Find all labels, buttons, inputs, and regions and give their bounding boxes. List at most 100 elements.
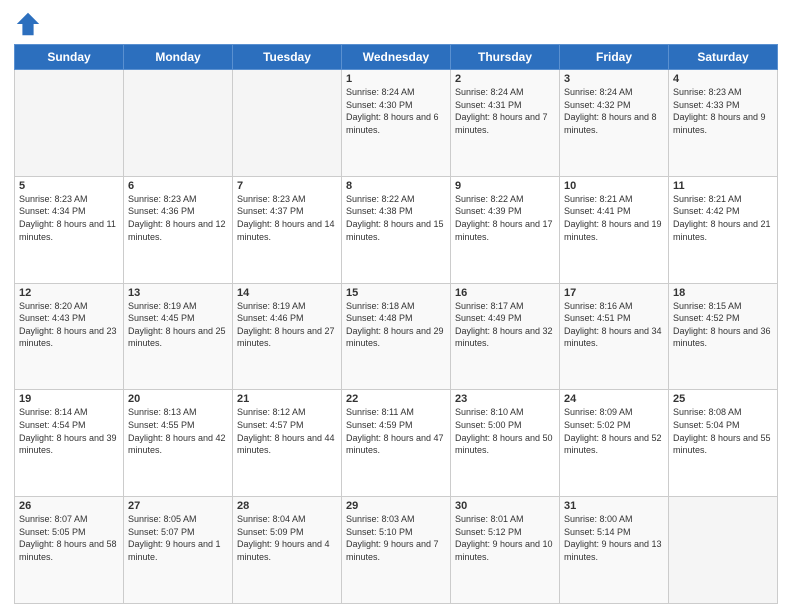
day-cell-4: 4Sunrise: 8:23 AMSunset: 4:33 PMDaylight… <box>669 70 778 177</box>
day-info: Sunrise: 8:23 AMSunset: 4:37 PMDaylight:… <box>237 193 337 243</box>
day-info: Sunrise: 8:23 AMSunset: 4:34 PMDaylight:… <box>19 193 119 243</box>
day-info: Sunrise: 8:22 AMSunset: 4:39 PMDaylight:… <box>455 193 555 243</box>
day-number: 27 <box>128 500 228 512</box>
day-number: 12 <box>19 287 119 299</box>
day-info: Sunrise: 8:24 AMSunset: 4:30 PMDaylight:… <box>346 86 446 136</box>
calendar-body: 1Sunrise: 8:24 AMSunset: 4:30 PMDaylight… <box>15 70 778 604</box>
day-info: Sunrise: 8:00 AMSunset: 5:14 PMDaylight:… <box>564 513 664 563</box>
day-info: Sunrise: 8:01 AMSunset: 5:12 PMDaylight:… <box>455 513 555 563</box>
day-cell-5: 5Sunrise: 8:23 AMSunset: 4:34 PMDaylight… <box>15 176 124 283</box>
day-number: 29 <box>346 500 446 512</box>
day-info: Sunrise: 8:10 AMSunset: 5:00 PMDaylight:… <box>455 406 555 456</box>
day-info: Sunrise: 8:16 AMSunset: 4:51 PMDaylight:… <box>564 300 664 350</box>
week-row-3: 12Sunrise: 8:20 AMSunset: 4:43 PMDayligh… <box>15 283 778 390</box>
empty-cell <box>124 70 233 177</box>
day-cell-18: 18Sunrise: 8:15 AMSunset: 4:52 PMDayligh… <box>669 283 778 390</box>
day-cell-20: 20Sunrise: 8:13 AMSunset: 4:55 PMDayligh… <box>124 390 233 497</box>
day-info: Sunrise: 8:12 AMSunset: 4:57 PMDaylight:… <box>237 406 337 456</box>
weekday-header-thursday: Thursday <box>451 45 560 70</box>
day-cell-6: 6Sunrise: 8:23 AMSunset: 4:36 PMDaylight… <box>124 176 233 283</box>
day-number: 15 <box>346 287 446 299</box>
day-number: 30 <box>455 500 555 512</box>
logo <box>14 10 45 38</box>
day-info: Sunrise: 8:24 AMSunset: 4:32 PMDaylight:… <box>564 86 664 136</box>
day-cell-29: 29Sunrise: 8:03 AMSunset: 5:10 PMDayligh… <box>342 497 451 604</box>
day-info: Sunrise: 8:11 AMSunset: 4:59 PMDaylight:… <box>346 406 446 456</box>
day-info: Sunrise: 8:22 AMSunset: 4:38 PMDaylight:… <box>346 193 446 243</box>
day-number: 1 <box>346 73 446 85</box>
main-container: SundayMondayTuesdayWednesdayThursdayFrid… <box>0 0 792 612</box>
day-cell-2: 2Sunrise: 8:24 AMSunset: 4:31 PMDaylight… <box>451 70 560 177</box>
weekday-header-friday: Friday <box>560 45 669 70</box>
week-row-5: 26Sunrise: 8:07 AMSunset: 5:05 PMDayligh… <box>15 497 778 604</box>
day-info: Sunrise: 8:21 AMSunset: 4:41 PMDaylight:… <box>564 193 664 243</box>
day-info: Sunrise: 8:24 AMSunset: 4:31 PMDaylight:… <box>455 86 555 136</box>
day-number: 16 <box>455 287 555 299</box>
day-number: 23 <box>455 393 555 405</box>
day-cell-28: 28Sunrise: 8:04 AMSunset: 5:09 PMDayligh… <box>233 497 342 604</box>
weekday-header-sunday: Sunday <box>15 45 124 70</box>
day-info: Sunrise: 8:20 AMSunset: 4:43 PMDaylight:… <box>19 300 119 350</box>
day-number: 20 <box>128 393 228 405</box>
day-info: Sunrise: 8:21 AMSunset: 4:42 PMDaylight:… <box>673 193 773 243</box>
week-row-2: 5Sunrise: 8:23 AMSunset: 4:34 PMDaylight… <box>15 176 778 283</box>
day-cell-17: 17Sunrise: 8:16 AMSunset: 4:51 PMDayligh… <box>560 283 669 390</box>
week-row-4: 19Sunrise: 8:14 AMSunset: 4:54 PMDayligh… <box>15 390 778 497</box>
day-cell-15: 15Sunrise: 8:18 AMSunset: 4:48 PMDayligh… <box>342 283 451 390</box>
weekday-header-tuesday: Tuesday <box>233 45 342 70</box>
empty-cell <box>15 70 124 177</box>
logo-icon <box>14 10 42 38</box>
day-cell-9: 9Sunrise: 8:22 AMSunset: 4:39 PMDaylight… <box>451 176 560 283</box>
day-info: Sunrise: 8:07 AMSunset: 5:05 PMDaylight:… <box>19 513 119 563</box>
day-number: 19 <box>19 393 119 405</box>
day-number: 8 <box>346 180 446 192</box>
empty-cell <box>669 497 778 604</box>
day-number: 9 <box>455 180 555 192</box>
day-cell-23: 23Sunrise: 8:10 AMSunset: 5:00 PMDayligh… <box>451 390 560 497</box>
day-cell-10: 10Sunrise: 8:21 AMSunset: 4:41 PMDayligh… <box>560 176 669 283</box>
day-info: Sunrise: 8:08 AMSunset: 5:04 PMDaylight:… <box>673 406 773 456</box>
day-info: Sunrise: 8:18 AMSunset: 4:48 PMDaylight:… <box>346 300 446 350</box>
day-info: Sunrise: 8:09 AMSunset: 5:02 PMDaylight:… <box>564 406 664 456</box>
day-number: 22 <box>346 393 446 405</box>
day-number: 21 <box>237 393 337 405</box>
day-number: 11 <box>673 180 773 192</box>
day-cell-8: 8Sunrise: 8:22 AMSunset: 4:38 PMDaylight… <box>342 176 451 283</box>
day-cell-21: 21Sunrise: 8:12 AMSunset: 4:57 PMDayligh… <box>233 390 342 497</box>
day-number: 5 <box>19 180 119 192</box>
day-number: 25 <box>673 393 773 405</box>
weekday-header-saturday: Saturday <box>669 45 778 70</box>
calendar-table: SundayMondayTuesdayWednesdayThursdayFrid… <box>14 44 778 604</box>
day-info: Sunrise: 8:15 AMSunset: 4:52 PMDaylight:… <box>673 300 773 350</box>
day-number: 7 <box>237 180 337 192</box>
day-info: Sunrise: 8:03 AMSunset: 5:10 PMDaylight:… <box>346 513 446 563</box>
day-number: 18 <box>673 287 773 299</box>
day-cell-13: 13Sunrise: 8:19 AMSunset: 4:45 PMDayligh… <box>124 283 233 390</box>
day-info: Sunrise: 8:14 AMSunset: 4:54 PMDaylight:… <box>19 406 119 456</box>
day-cell-11: 11Sunrise: 8:21 AMSunset: 4:42 PMDayligh… <box>669 176 778 283</box>
day-number: 3 <box>564 73 664 85</box>
day-cell-24: 24Sunrise: 8:09 AMSunset: 5:02 PMDayligh… <box>560 390 669 497</box>
day-number: 17 <box>564 287 664 299</box>
day-cell-3: 3Sunrise: 8:24 AMSunset: 4:32 PMDaylight… <box>560 70 669 177</box>
day-info: Sunrise: 8:13 AMSunset: 4:55 PMDaylight:… <box>128 406 228 456</box>
weekday-header-wednesday: Wednesday <box>342 45 451 70</box>
day-info: Sunrise: 8:23 AMSunset: 4:36 PMDaylight:… <box>128 193 228 243</box>
week-row-1: 1Sunrise: 8:24 AMSunset: 4:30 PMDaylight… <box>15 70 778 177</box>
day-number: 24 <box>564 393 664 405</box>
day-number: 10 <box>564 180 664 192</box>
day-number: 2 <box>455 73 555 85</box>
day-number: 31 <box>564 500 664 512</box>
day-info: Sunrise: 8:19 AMSunset: 4:45 PMDaylight:… <box>128 300 228 350</box>
day-number: 4 <box>673 73 773 85</box>
day-cell-22: 22Sunrise: 8:11 AMSunset: 4:59 PMDayligh… <box>342 390 451 497</box>
day-number: 14 <box>237 287 337 299</box>
day-cell-27: 27Sunrise: 8:05 AMSunset: 5:07 PMDayligh… <box>124 497 233 604</box>
day-number: 13 <box>128 287 228 299</box>
day-cell-31: 31Sunrise: 8:00 AMSunset: 5:14 PMDayligh… <box>560 497 669 604</box>
day-number: 6 <box>128 180 228 192</box>
day-cell-26: 26Sunrise: 8:07 AMSunset: 5:05 PMDayligh… <box>15 497 124 604</box>
day-info: Sunrise: 8:23 AMSunset: 4:33 PMDaylight:… <box>673 86 773 136</box>
day-cell-14: 14Sunrise: 8:19 AMSunset: 4:46 PMDayligh… <box>233 283 342 390</box>
weekday-row: SundayMondayTuesdayWednesdayThursdayFrid… <box>15 45 778 70</box>
